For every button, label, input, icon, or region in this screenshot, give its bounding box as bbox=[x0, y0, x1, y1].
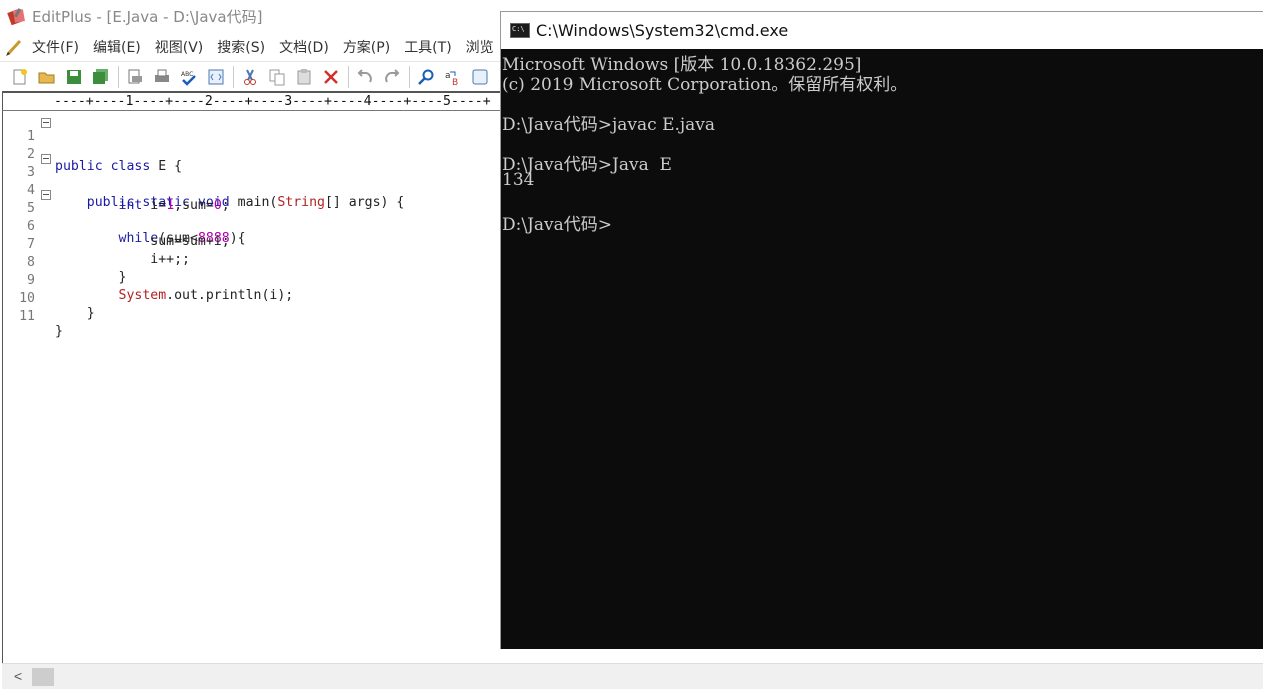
console-line: D:\Java代码>javac E.java bbox=[502, 115, 716, 135]
code-line: 7 i++;; bbox=[3, 222, 503, 267]
window-title: EditPlus - [E.Java - D:\Java代码] bbox=[32, 7, 263, 26]
code-line: 9 System.out.println(i); bbox=[3, 258, 503, 303]
menu-search[interactable]: 搜索(S) bbox=[217, 37, 265, 57]
paste-icon[interactable] bbox=[294, 67, 314, 87]
menu-document[interactable]: 文档(D) bbox=[279, 37, 329, 57]
toolbar-separator bbox=[409, 65, 410, 88]
console-line: 134 bbox=[502, 170, 535, 190]
code-line: 6 sum=sum+i; bbox=[3, 204, 503, 249]
ruler-scale: ----+----1----+----2----+----3----+----4… bbox=[54, 94, 491, 109]
code-line: 4 int i=1,sum=0; bbox=[3, 168, 503, 213]
fold-toggle-icon[interactable] bbox=[41, 118, 51, 128]
menu-view[interactable]: 视图(V) bbox=[155, 37, 204, 57]
code-line: 5 while(sum<8888){ bbox=[3, 186, 503, 246]
svg-text:ABC: ABC bbox=[181, 71, 193, 78]
pencil-icon bbox=[4, 36, 26, 58]
fold-toggle-icon[interactable] bbox=[41, 154, 51, 164]
console-output[interactable]: Microsoft Windows [版本 10.0.18362.295] (c… bbox=[501, 49, 1263, 649]
save-icon[interactable] bbox=[64, 67, 84, 87]
cut-icon[interactable] bbox=[240, 67, 260, 87]
horizontal-scrollbar[interactable]: < bbox=[2, 663, 1263, 689]
svg-text:B: B bbox=[452, 78, 458, 86]
menu-tools[interactable]: 工具(T) bbox=[404, 37, 451, 57]
console-line: Microsoft Windows [版本 10.0.18362.295] bbox=[502, 55, 862, 75]
new-file-icon[interactable] bbox=[10, 67, 30, 87]
code-line: 3 public static void main(String[] args)… bbox=[3, 150, 503, 210]
cmd-title-bar[interactable]: C:\Windows\System32\cmd.exe bbox=[501, 12, 1263, 49]
menu-browser[interactable]: 浏览 bbox=[466, 37, 494, 57]
code-line: 2 bbox=[3, 132, 503, 162]
toolbar-separator bbox=[118, 65, 119, 88]
menu-edit[interactable]: 编辑(E) bbox=[93, 37, 141, 57]
copy-icon[interactable] bbox=[267, 67, 287, 87]
code-line: 8 } bbox=[3, 240, 503, 285]
save-all-icon[interactable] bbox=[91, 67, 111, 87]
toolbar-separator bbox=[233, 65, 234, 88]
redo-icon[interactable] bbox=[382, 67, 402, 87]
cmd-window[interactable]: C:\Windows\System32\cmd.exe Microsoft Wi… bbox=[500, 11, 1263, 649]
code-line: 10 } bbox=[3, 276, 503, 321]
editplus-app-icon bbox=[6, 5, 28, 27]
open-folder-icon[interactable] bbox=[37, 67, 57, 87]
line-number: 11 bbox=[19, 309, 35, 324]
scrollbar-thumb[interactable] bbox=[32, 668, 54, 686]
delete-icon[interactable] bbox=[321, 67, 341, 87]
browser-preview-icon[interactable] bbox=[206, 67, 226, 87]
svg-text:a: a bbox=[445, 71, 451, 81]
code-line: 1 public class E { bbox=[3, 114, 503, 174]
browser-icon[interactable] bbox=[470, 67, 490, 87]
console-line: D:\Java代码>Java E bbox=[502, 155, 672, 175]
console-line: (c) 2019 Microsoft Corporation。保留所有权利。 bbox=[502, 75, 908, 95]
undo-icon[interactable] bbox=[355, 67, 375, 87]
find-icon[interactable] bbox=[416, 67, 436, 87]
toolbar-separator bbox=[348, 65, 349, 88]
cmd-window-title: C:\Windows\System32\cmd.exe bbox=[536, 21, 789, 40]
print-preview-icon[interactable] bbox=[125, 67, 145, 87]
code-text: } bbox=[55, 324, 63, 339]
print-icon[interactable] bbox=[152, 67, 172, 87]
menu-project[interactable]: 方案(P) bbox=[343, 37, 390, 57]
console-app-icon bbox=[510, 23, 530, 38]
console-prompt[interactable]: D:\Java代码> bbox=[502, 210, 612, 235]
menu-file[interactable]: 文件(F) bbox=[32, 37, 79, 57]
code-line: 11 } bbox=[3, 294, 503, 339]
replace-icon[interactable]: aB bbox=[443, 67, 463, 87]
spellcheck-icon[interactable]: ABC bbox=[179, 67, 199, 87]
fold-toggle-icon[interactable] bbox=[41, 190, 51, 200]
scroll-left-arrow-icon[interactable]: < bbox=[14, 668, 22, 684]
